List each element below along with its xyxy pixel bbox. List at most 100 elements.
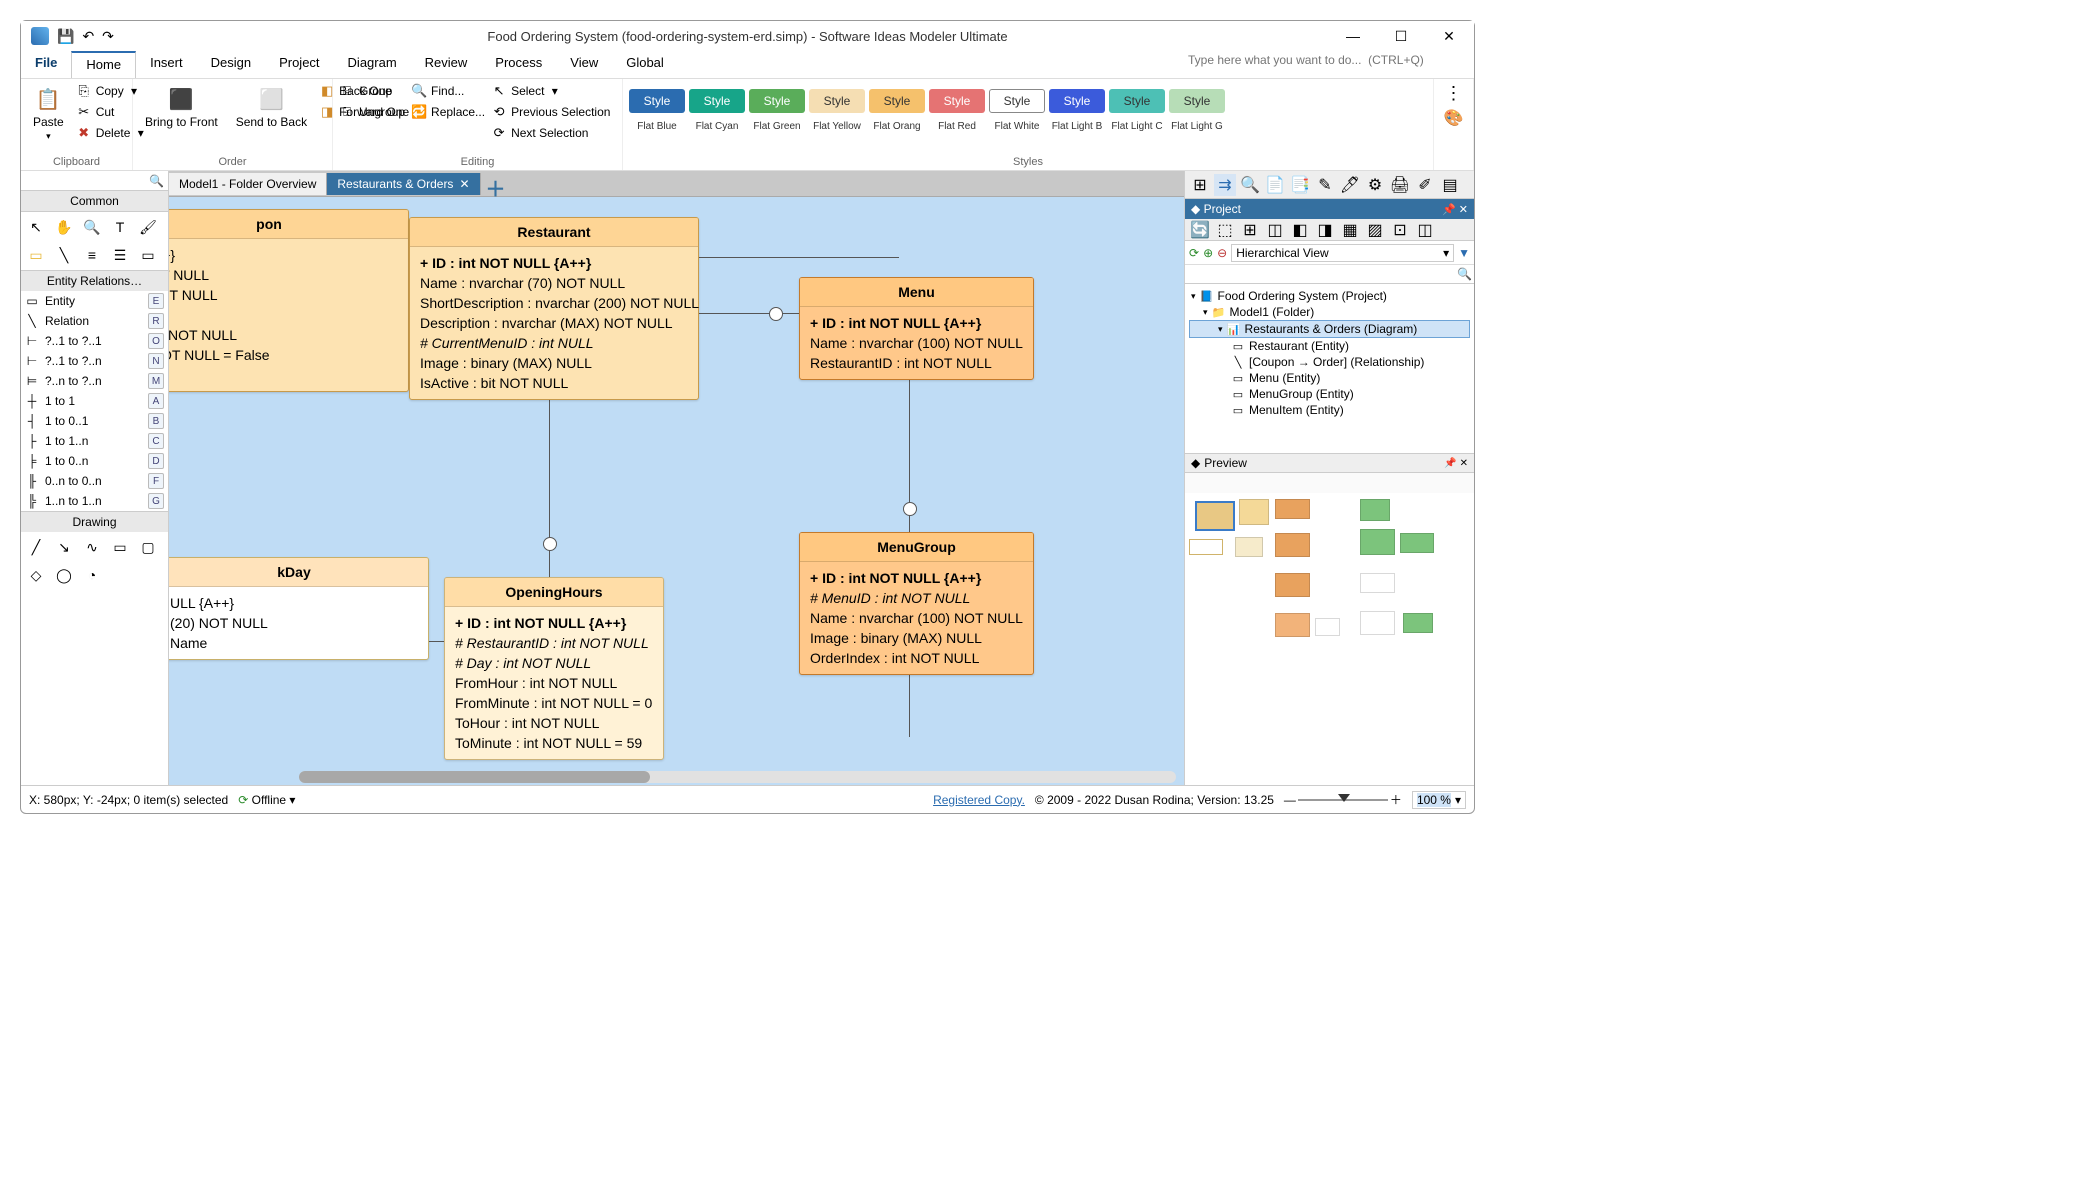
- style-button[interactable]: Style: [869, 89, 925, 113]
- toolbox-row[interactable]: ╲RelationR: [21, 311, 168, 331]
- menu-diagram[interactable]: Diagram: [334, 51, 411, 78]
- prev-selection-button[interactable]: ⟲Previous Selection: [491, 104, 610, 120]
- hand-icon[interactable]: ✋: [53, 216, 75, 238]
- entity-coupon[interactable]: pon{A++}NOT NULL) NOT NULLULL0,2) NOT NU…: [169, 209, 409, 392]
- rp-icon[interactable]: ◨: [1314, 219, 1336, 241]
- tree-node[interactable]: ▭Menu (Entity): [1189, 370, 1470, 386]
- style-more-icon[interactable]: ⋮: [1445, 83, 1463, 104]
- pin-icon[interactable]: 📌 ✕: [1444, 458, 1468, 469]
- canvas-scroll-h[interactable]: [299, 771, 1176, 783]
- send-back-button[interactable]: ⬜Send to Back: [230, 83, 313, 156]
- rp-icon[interactable]: ⊡: [1389, 219, 1411, 241]
- menu-view[interactable]: View: [556, 51, 612, 78]
- draw-ellipse-icon[interactable]: ◯: [53, 564, 75, 586]
- replace-button[interactable]: 🔁Replace...: [411, 104, 485, 120]
- rp-icon[interactable]: ⊞: [1189, 174, 1211, 196]
- toolbox-row[interactable]: ├1 to 1..nC: [21, 431, 168, 451]
- menu-process[interactable]: Process: [481, 51, 556, 78]
- rp-icon[interactable]: ⚙: [1364, 174, 1386, 196]
- view-mode-combo[interactable]: Hierarchical View▾: [1231, 244, 1454, 262]
- find-button[interactable]: 🔍Find...: [411, 83, 485, 99]
- tab-restaurants-orders[interactable]: Restaurants & Orders✕: [327, 173, 480, 195]
- paste-button[interactable]: 📋 Paste ▾: [27, 83, 70, 156]
- rp-icon[interactable]: 📄: [1264, 174, 1286, 196]
- menu-global[interactable]: Global: [612, 51, 678, 78]
- style-button[interactable]: Style: [929, 89, 985, 113]
- rp-icon[interactable]: 🔄: [1189, 219, 1211, 241]
- rp-icon[interactable]: 🖨: [1389, 174, 1411, 196]
- toolbox-row[interactable]: ┼1 to 1A: [21, 391, 168, 411]
- project-search-input[interactable]: [1185, 265, 1455, 283]
- style-button[interactable]: Style: [629, 89, 685, 113]
- draw-arrow-icon[interactable]: ↘: [53, 536, 75, 558]
- rp-icon[interactable]: ◫: [1414, 219, 1436, 241]
- tree-node[interactable]: ▾📘Food Ordering System (Project): [1189, 288, 1470, 304]
- rp-icon[interactable]: 🔍: [1239, 174, 1261, 196]
- toolbox-row[interactable]: ╟0..n to 0..nF: [21, 471, 168, 491]
- rp-icon[interactable]: ⇉: [1214, 174, 1236, 196]
- toolbox-row[interactable]: ⊨?..n to ?..nM: [21, 371, 168, 391]
- toolbox-row[interactable]: ┤1 to 0..1B: [21, 411, 168, 431]
- rect-icon[interactable]: ▭: [137, 244, 159, 266]
- draw-rect-icon[interactable]: ▭: [109, 536, 131, 558]
- toolbox-row[interactable]: ╠1..n to 1..nG: [21, 491, 168, 511]
- style-button[interactable]: Style: [989, 89, 1045, 113]
- search-icon[interactable]: 🔍: [1455, 265, 1474, 283]
- toolbox-row[interactable]: ⊢?..1 to ?..1O: [21, 331, 168, 351]
- line-icon[interactable]: ╲: [53, 244, 75, 266]
- style-button[interactable]: Style: [689, 89, 745, 113]
- refresh-icon[interactable]: ⟳: [1189, 246, 1199, 260]
- add-icon[interactable]: ⊕: [1203, 246, 1213, 260]
- paint-icon[interactable]: 🖌: [137, 216, 159, 238]
- add-tab-button[interactable]: ＋: [485, 173, 507, 195]
- rp-icon[interactable]: ⊞: [1239, 219, 1261, 241]
- style-button[interactable]: Style: [1049, 89, 1105, 113]
- project-tree[interactable]: ▾📘Food Ordering System (Project)▾📁Model1…: [1185, 284, 1474, 454]
- rp-icon[interactable]: 📑: [1289, 174, 1311, 196]
- rp-icon[interactable]: ◧: [1289, 219, 1311, 241]
- toolbox-row[interactable]: ╞1 to 0..nD: [21, 451, 168, 471]
- tree-node[interactable]: ▭Restaurant (Entity): [1189, 338, 1470, 354]
- zoom-slider[interactable]: — ＋: [1284, 791, 1402, 808]
- tab-overview[interactable]: Model1 - Folder Overview: [169, 173, 327, 195]
- draw-roundrect-icon[interactable]: ▢: [137, 536, 159, 558]
- undo-icon[interactable]: ↶: [82, 28, 94, 45]
- entity-menu[interactable]: Menu+ ID : int NOT NULL {A++}Name : nvar…: [799, 277, 1034, 380]
- close-button[interactable]: ✕: [1434, 28, 1464, 45]
- menu-review[interactable]: Review: [411, 51, 482, 78]
- tell-me-search[interactable]: [1188, 53, 1468, 67]
- diagram-canvas[interactable]: pon{A++}NOT NULL) NOT NULLULL0,2) NOT NU…: [169, 197, 1184, 785]
- tree-node[interactable]: ╲[Coupon → Order] (Relationship): [1189, 354, 1470, 370]
- tree-node[interactable]: ▭MenuItem (Entity): [1189, 402, 1470, 418]
- draw-pie-icon[interactable]: ◔: [81, 564, 103, 586]
- entity-restaurant[interactable]: Restaurant+ ID : int NOT NULL {A++}Name …: [409, 217, 699, 400]
- redo-icon[interactable]: ↷: [102, 28, 114, 45]
- zoom-value[interactable]: 100 % ▾: [1412, 791, 1466, 809]
- list-icon[interactable]: ☰: [109, 244, 131, 266]
- note-icon[interactable]: ▭: [25, 244, 47, 266]
- draw-curve-icon[interactable]: ∿: [81, 536, 103, 558]
- rp-icon[interactable]: ◫: [1264, 219, 1286, 241]
- zoom-icon[interactable]: 🔍: [81, 216, 103, 238]
- close-icon[interactable]: ✕: [459, 177, 469, 191]
- rp-icon[interactable]: ▤: [1439, 174, 1461, 196]
- filter-icon[interactable]: ▼: [1458, 246, 1470, 260]
- style-button[interactable]: Style: [809, 89, 865, 113]
- toolbox-row[interactable]: ▭EntityE: [21, 291, 168, 311]
- entity-openinghours[interactable]: OpeningHours+ ID : int NOT NULL {A++}# R…: [444, 577, 664, 760]
- select-button[interactable]: ↖Select ▾: [491, 83, 610, 99]
- status-offline[interactable]: ⟳ Offline ▾: [238, 793, 295, 807]
- pointer-icon[interactable]: ↖: [25, 216, 47, 238]
- rp-icon[interactable]: ✐: [1414, 174, 1436, 196]
- bring-front-button[interactable]: ⬛Bring to Front: [139, 83, 224, 156]
- menu-home[interactable]: Home: [71, 51, 136, 78]
- style-palette-icon[interactable]: 🎨: [1444, 108, 1464, 128]
- ruler-icon[interactable]: ≡: [81, 244, 103, 266]
- toolbox-row[interactable]: ⊢?..1 to ?..nN: [21, 351, 168, 371]
- ungroup-button[interactable]: ⌹Ungroup: [339, 104, 405, 120]
- rp-icon[interactable]: ▦: [1339, 219, 1361, 241]
- draw-path-icon[interactable]: ◇: [25, 564, 47, 586]
- rp-icon[interactable]: ⬚: [1214, 219, 1236, 241]
- search-icon[interactable]: 🔍: [149, 174, 164, 188]
- tree-node[interactable]: ▾📊Restaurants & Orders (Diagram): [1189, 320, 1470, 338]
